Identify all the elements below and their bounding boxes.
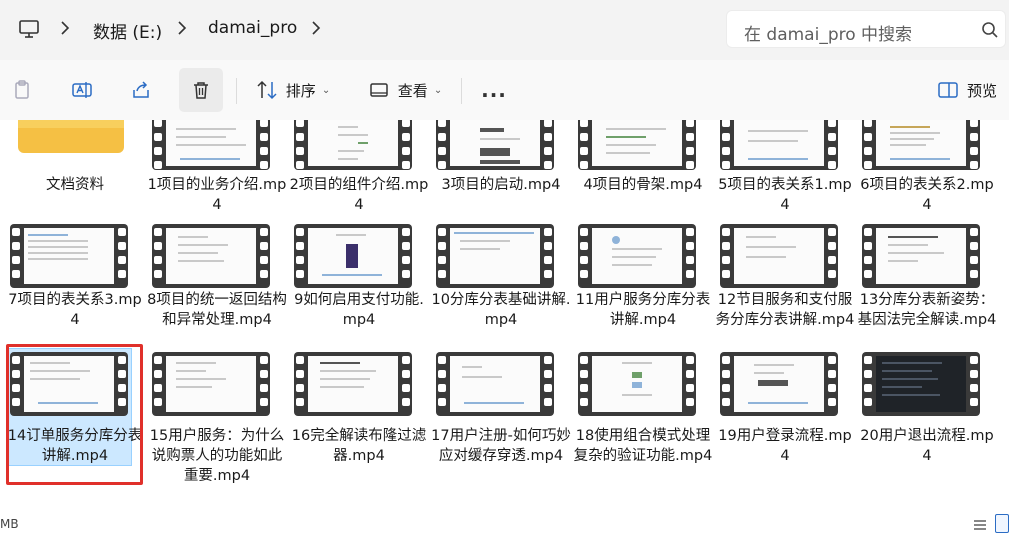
tiles-view-icon[interactable]	[995, 514, 1009, 533]
folder-icon	[18, 120, 124, 153]
share-button[interactable]	[121, 68, 161, 112]
sort-label: 排序	[285, 81, 316, 100]
file-name: 17用户注册-如何巧妙应对缓存穿透.mp4	[431, 428, 571, 464]
file-name: 7项目的表关系3.mp4	[8, 292, 142, 328]
file-name: 15用户服务：为什么说购票人的功能如此重要.mp4	[149, 428, 285, 484]
video-thumbnail	[152, 120, 270, 170]
file-name: 8项目的统一返回结构和异常处理.mp4	[147, 292, 287, 328]
details-view-icon[interactable]	[973, 518, 987, 532]
file-name: 3项目的启动.mp4	[441, 177, 561, 193]
file-name: 11用户服务分库分表讲解.mp4	[575, 292, 711, 328]
breadcrumb-drive[interactable]: 数据 (E:)	[93, 18, 162, 43]
share-icon	[133, 81, 149, 98]
file-name: 13分库分表新姿势：基因法完全解读.mp4	[857, 292, 997, 328]
this-pc-icon[interactable]	[18, 18, 40, 40]
toolbar-divider	[461, 78, 462, 104]
video-thumbnail	[720, 120, 838, 170]
video-thumbnail	[436, 352, 554, 416]
toolbar-divider	[236, 78, 237, 104]
chevron-down-icon: ⌄	[321, 84, 331, 96]
video-thumbnail	[720, 224, 838, 288]
file-name: 12节目服务和支付服务分库分表讲解.mp4	[715, 292, 855, 328]
more-options-button[interactable]: ...	[472, 68, 516, 112]
video-thumbnail	[862, 120, 980, 170]
file-name: 10分库分表基础讲解.mp4	[431, 292, 571, 328]
more-label: ...	[481, 78, 507, 102]
video-thumbnail	[294, 224, 412, 288]
chevron-down-icon: ⌄	[433, 84, 443, 96]
video-thumbnail	[578, 120, 696, 170]
video-thumbnail	[720, 352, 838, 416]
paste-button[interactable]	[4, 68, 40, 112]
sort-button[interactable]: 排序 ⌄	[248, 68, 338, 112]
search-placeholder: 在 damai_pro 中搜索	[744, 25, 913, 45]
file-name: 5项目的表关系1.mp4	[718, 177, 852, 213]
view-toggle	[959, 512, 1009, 533]
file-name: 16完全解读布隆过滤器.mp4	[291, 428, 427, 464]
file-name: 20用户退出流程.mp4	[860, 428, 994, 464]
file-name: 文档资料	[46, 177, 104, 193]
video-thumbnail	[578, 352, 696, 416]
address-bar: 数据 (E:) damai_pro 在 damai_pro 中搜索	[0, 0, 1009, 60]
clipboard-icon	[15, 80, 29, 99]
file-name: 9如何启用支付功能.mp4	[294, 292, 424, 328]
video-thumbnail	[152, 352, 270, 416]
view-button[interactable]: 查看 ⌄	[362, 68, 448, 112]
preview-pane-button[interactable]: 预览	[930, 68, 1004, 112]
file-name: 18使用组合模式处理复杂的验证功能.mp4	[573, 428, 713, 464]
file-name: 6项目的表关系2.mp4	[860, 177, 994, 213]
search-icon[interactable]	[981, 21, 999, 39]
chevron-right-icon[interactable]	[58, 19, 72, 37]
video-thumbnail	[578, 224, 696, 288]
file-name: 4项目的骨架.mp4	[583, 177, 703, 193]
file-name: 2项目的组件介绍.mp4	[289, 177, 429, 213]
trash-icon	[194, 82, 208, 99]
file-name: 1项目的业务介绍.mp4	[147, 177, 287, 213]
video-thumbnail	[436, 224, 554, 288]
breadcrumb-folder[interactable]: damai_pro	[208, 18, 297, 38]
chevron-right-icon[interactable]	[309, 19, 323, 37]
preview-label: 预览	[966, 81, 997, 100]
status-size-text: MB	[0, 517, 19, 531]
file-grid: 文档资料 1项目的业务介绍.mp4 2项目的组件介绍.mp4 3项目的启动.mp…	[0, 120, 1009, 533]
rename-icon	[72, 82, 92, 98]
preview-pane-icon	[938, 82, 958, 98]
video-thumbnail	[294, 352, 412, 416]
chevron-right-icon[interactable]	[175, 19, 189, 37]
video-thumbnail	[862, 224, 980, 288]
delete-button[interactable]	[179, 68, 223, 112]
video-thumbnail	[862, 352, 980, 416]
highlight-annotation	[6, 344, 143, 485]
video-thumbnail	[10, 224, 128, 288]
search-input[interactable]: 在 damai_pro 中搜索	[726, 10, 1006, 48]
video-thumbnail	[152, 224, 270, 288]
view-label: 查看	[397, 81, 428, 100]
video-thumbnail	[294, 120, 412, 170]
video-thumbnail	[436, 120, 554, 170]
view-icon	[370, 83, 388, 97]
file-name: 19用户登录流程.mp4	[718, 428, 852, 464]
rename-button[interactable]	[62, 68, 102, 112]
sort-icon	[257, 80, 277, 100]
command-bar: 排序 ⌄ 查看 ⌄ ... 预览	[0, 60, 1009, 120]
